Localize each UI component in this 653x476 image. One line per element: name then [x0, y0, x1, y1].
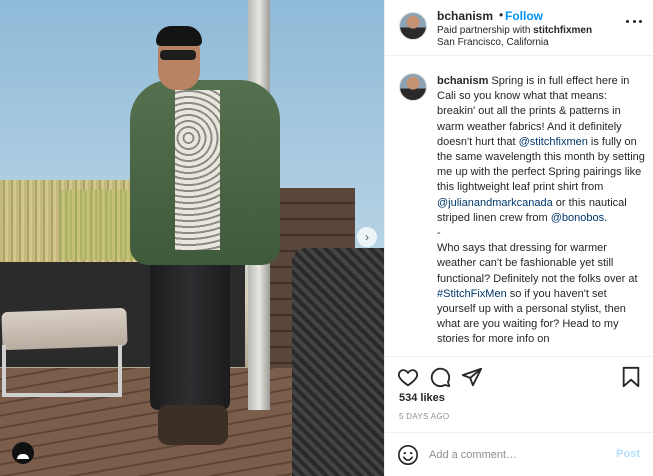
caption-text-segment: Who says that dressing for warmer weathe… — [437, 242, 638, 285]
comment-icon[interactable] — [429, 366, 451, 388]
photo-shoes — [158, 405, 228, 445]
mention-julianandmarkcanada[interactable]: @julianandmarkcanada — [437, 197, 553, 209]
post-comment-button[interactable]: Post — [616, 448, 640, 460]
share-icon[interactable] — [461, 366, 483, 388]
caption-avatar[interactable] — [399, 73, 427, 101]
caption-text: bchanism Spring is in full effect here i… — [437, 74, 647, 348]
smiley-icon[interactable] — [397, 444, 419, 466]
action-bar — [385, 356, 653, 392]
partnership-prefix: Paid partnership with — [437, 25, 534, 36]
post-photo[interactable]: › — [0, 0, 384, 476]
caption-dash: - — [437, 227, 441, 240]
paid-partnership-label: Paid partnership with stitchfixmen — [437, 25, 592, 36]
more-options-icon[interactable] — [626, 20, 642, 24]
photo-sunglasses — [160, 50, 196, 60]
carousel-next-button[interactable]: › — [357, 227, 377, 247]
photo-wicker-chair — [292, 248, 384, 476]
chevron-right-icon: › — [365, 230, 369, 244]
header-username[interactable]: bchanism — [437, 9, 493, 23]
comment-input[interactable] — [429, 445, 599, 465]
photo-person-hair — [156, 26, 202, 46]
caption-paragraph-2: Who says that dressing for warmer weathe… — [437, 241, 647, 347]
photo-cushion — [1, 307, 128, 351]
caption-paragraph-1: bchanism Spring is in full effect here i… — [437, 74, 647, 226]
follow-button[interactable]: Follow — [505, 9, 543, 23]
photo-bench — [2, 345, 122, 397]
mention-bonobos[interactable]: @bonobos — [551, 212, 604, 224]
tagged-users-button[interactable] — [12, 442, 34, 464]
bookmark-icon[interactable] — [620, 366, 642, 388]
separator-dot: • — [499, 8, 504, 22]
caption-text-segment: . — [604, 211, 608, 224]
post-header: bchanism • Follow Paid partnership with … — [385, 0, 653, 56]
like-count[interactable]: 534 likes — [399, 392, 445, 404]
caption-area: bchanism Spring is in full effect here i… — [385, 57, 653, 355]
post-side-panel: bchanism • Follow Paid partnership with … — [384, 0, 653, 476]
partner-link[interactable]: stitchfixmen — [533, 25, 592, 36]
heart-icon[interactable] — [397, 366, 419, 388]
caption-username[interactable]: bchanism — [437, 75, 488, 87]
hashtag-stitchfixmen[interactable]: #StitchFixMen — [437, 288, 507, 300]
post-date[interactable]: 5 DAYS AGO — [399, 412, 449, 421]
photo-person-legs — [150, 240, 230, 410]
location-link[interactable]: San Francisco, California — [437, 37, 549, 48]
comment-box: Post — [385, 432, 653, 476]
photo-person-shirt — [175, 90, 220, 250]
mention-stitchfixmen[interactable]: @stitchfixmen — [519, 136, 588, 148]
avatar[interactable] — [399, 12, 427, 40]
